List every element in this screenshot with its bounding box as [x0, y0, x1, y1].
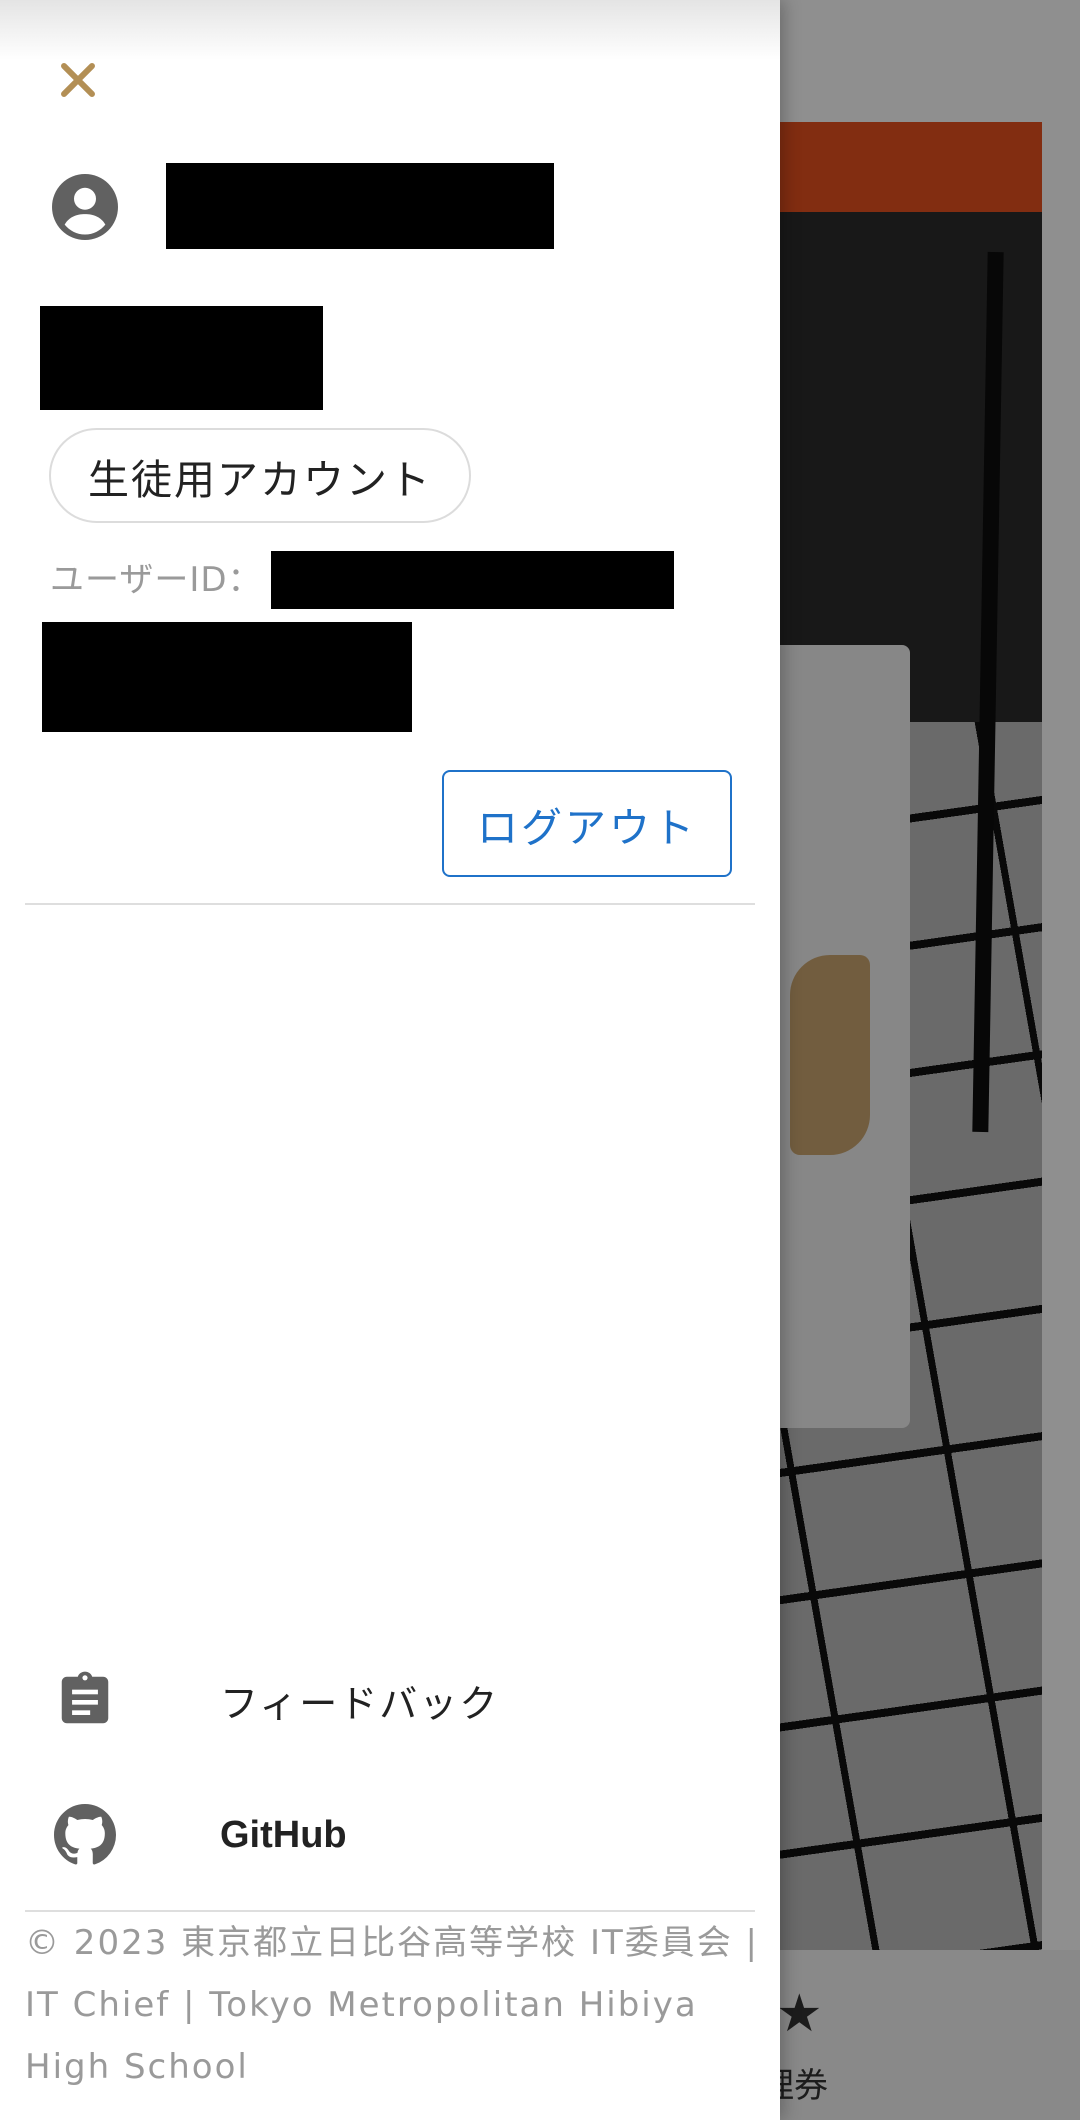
screen: ★ 理券 生徒用アカウント ユーザーID： ログアウト フィードバック GitH…	[0, 0, 1080, 2120]
copyright-footer: © 2023 東京都立日比谷高等学校 IT委員会 | IT Chief | To…	[25, 1923, 760, 2087]
account-type-chip: 生徒用アカウント	[49, 428, 471, 523]
menu-item-label: GitHub	[220, 1813, 347, 1856]
navigation-drawer: 生徒用アカウント ユーザーID： ログアウト フィードバック GitHub © …	[0, 0, 780, 2120]
github-icon	[52, 1802, 118, 1868]
menu-item-github[interactable]: GitHub	[0, 1775, 780, 1895]
redacted-user-id	[271, 551, 674, 609]
divider	[25, 903, 755, 905]
menu-item-feedback[interactable]: フィードバック	[0, 1640, 780, 1760]
menu-item-label: フィードバック	[220, 1681, 500, 1726]
clipboard-icon	[52, 1667, 118, 1733]
redacted-class-info	[40, 306, 323, 410]
close-button[interactable]	[48, 52, 108, 112]
redacted-user-name	[166, 163, 554, 249]
redacted-email	[42, 622, 412, 732]
account-circle-icon	[52, 174, 118, 240]
close-icon	[57, 59, 99, 105]
user-id-label: ユーザーID：	[50, 560, 263, 600]
logout-button[interactable]: ログアウト	[442, 770, 732, 877]
